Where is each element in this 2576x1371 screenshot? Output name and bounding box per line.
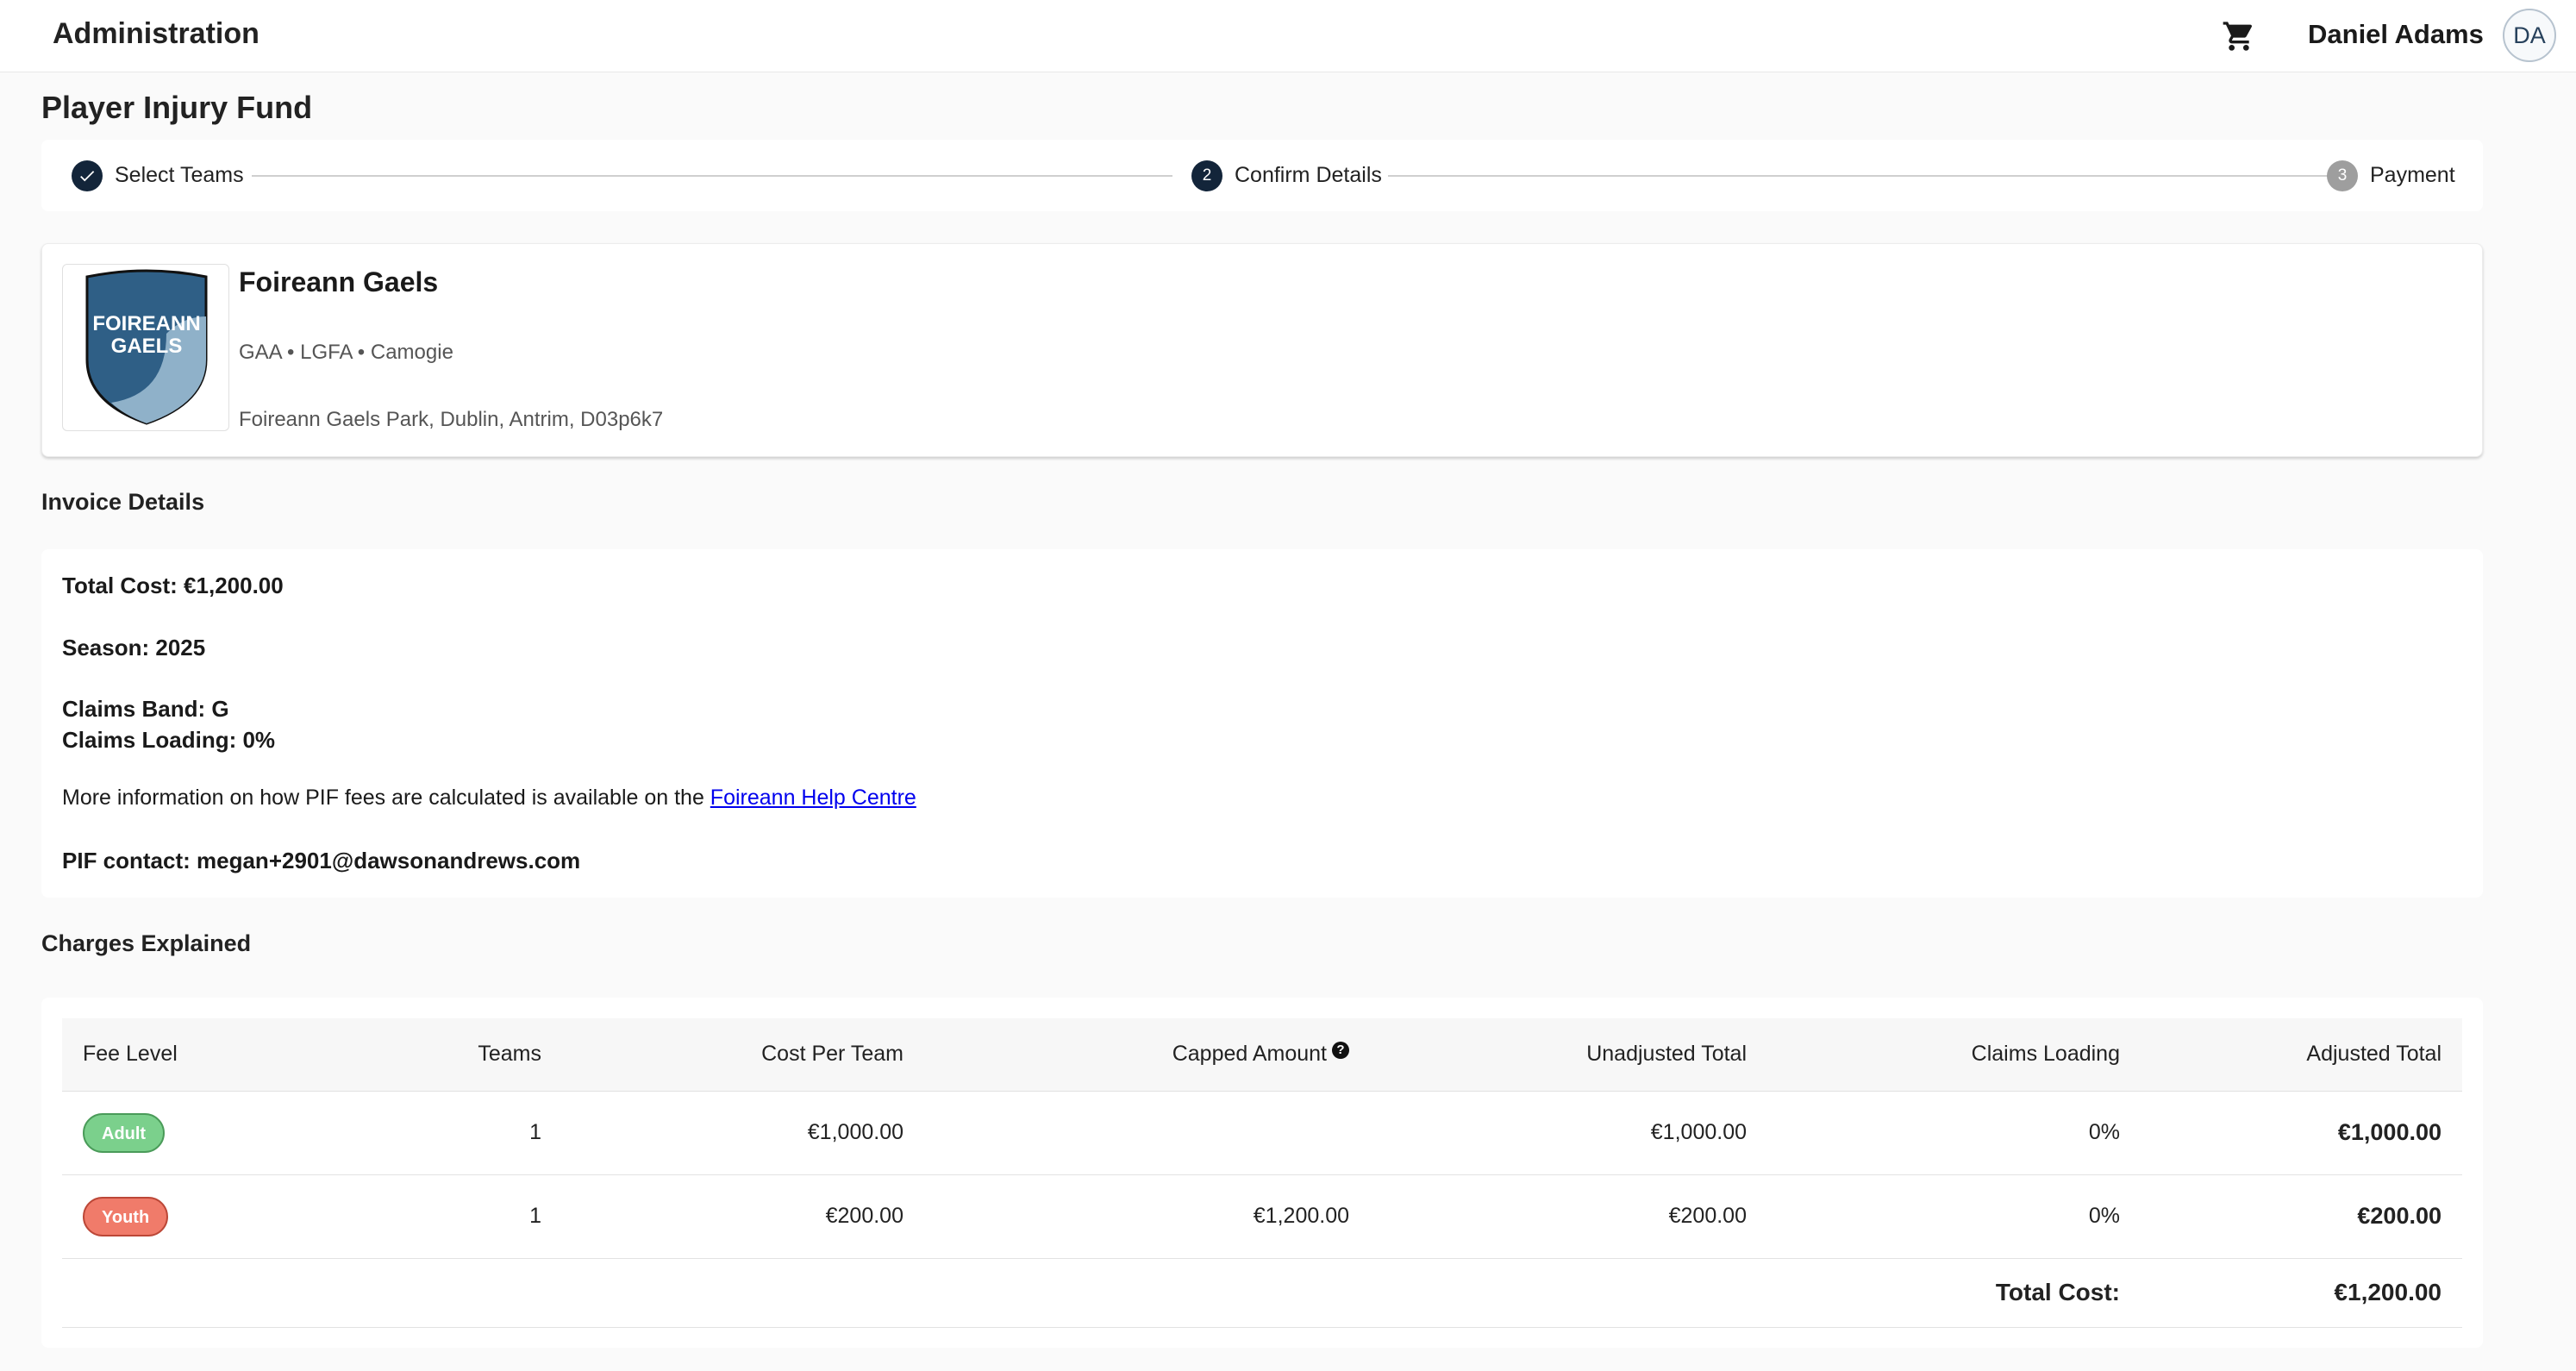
invoice-info-text: More information on how PIF fees are cal… xyxy=(62,786,710,810)
table-header-row: Fee Level Teams Cost Per Team Capped Amo… xyxy=(62,1018,2462,1091)
step-payment[interactable]: 3 Payment xyxy=(2327,140,2455,211)
fee-level-chip: Adult xyxy=(83,1112,166,1153)
fee-level-chip: Youth xyxy=(83,1196,169,1236)
charges-table-container: Fee Level Teams Cost Per Team Capped Amo… xyxy=(41,998,2483,1348)
app-bar: Administration Daniel Adams DA xyxy=(0,0,2576,72)
step-label: Confirm Details xyxy=(1235,163,1382,187)
fee-level-cell: Youth xyxy=(62,1174,286,1258)
check-icon xyxy=(72,160,103,191)
help-centre-link[interactable]: Foireann Help Centre xyxy=(710,786,916,810)
adjusted-total-cell: €1,000.00 xyxy=(2141,1090,2462,1174)
claims-loading-cell: 0% xyxy=(1767,1174,2141,1258)
empty-cell xyxy=(1370,1257,1767,1328)
column-header-claims-loading: Claims Loading xyxy=(1971,1042,2120,1067)
invoice-total-cost: Total Cost: €1,200.00 xyxy=(62,573,284,598)
invoice-heading: Invoice Details xyxy=(41,489,205,515)
club-crest: FOIREANN GAELS xyxy=(62,264,229,431)
table-row: Adult 1 €1,000.00 €1,000.00 0% €1,000.00 xyxy=(62,1090,2462,1174)
table-total-row: Total Cost: €1,200.00 xyxy=(62,1257,2462,1328)
empty-cell xyxy=(562,1257,924,1328)
claims-loading-cell: 0% xyxy=(1767,1090,2141,1174)
column-header-capped-amount: Capped Amount? xyxy=(924,1018,1370,1091)
stepper: Select Teams 2 Confirm Details 3 Payment xyxy=(41,140,2483,211)
step-number: 3 xyxy=(2327,160,2358,191)
column-header-teams: Teams xyxy=(478,1042,541,1067)
teams-cell: 1 xyxy=(286,1090,562,1174)
adjusted-total-cell: €200.00 xyxy=(2141,1174,2462,1258)
step-label: Select Teams xyxy=(115,163,244,187)
invoice-claims-band: Claims Band: G xyxy=(62,696,229,722)
column-header-unadjusted-total: Unadjusted Total xyxy=(1586,1042,1747,1067)
capped-amount-cell: €1,200.00 xyxy=(924,1174,1370,1258)
app-title: Administration xyxy=(53,17,259,50)
step-connector xyxy=(252,175,1172,177)
cost-per-team-cell: €1,000.00 xyxy=(562,1090,924,1174)
capped-amount-cell xyxy=(924,1090,1370,1174)
club-card: FOIREANN GAELS Foireann Gaels GAA • LGFA… xyxy=(41,243,2483,457)
total-cost-value: €1,200.00 xyxy=(2141,1257,2462,1328)
invoice-season: Season: 2025 xyxy=(62,635,206,660)
total-cost-label: Total Cost: xyxy=(1767,1257,2141,1328)
club-codes: GAA • LGFA • Camogie xyxy=(239,341,453,364)
teams-cell: 1 xyxy=(286,1174,562,1258)
empty-cell xyxy=(924,1257,1370,1328)
svg-text:GAELS: GAELS xyxy=(111,335,183,358)
svg-text:FOIREANN: FOIREANN xyxy=(92,312,200,335)
page-title: Player Injury Fund xyxy=(41,90,313,125)
invoice-info: More information on how PIF fees are cal… xyxy=(62,786,916,811)
avatar[interactable]: DA xyxy=(2503,9,2556,62)
question-circle-icon[interactable]: ? xyxy=(1332,1042,1349,1060)
empty-cell xyxy=(286,1257,562,1328)
shopping-cart-icon[interactable] xyxy=(2222,19,2256,53)
step-number: 2 xyxy=(1191,160,1222,191)
step-connector xyxy=(1388,175,2357,177)
column-header-cost-per-team: Cost Per Team xyxy=(761,1042,903,1067)
invoice-pif-contact: PIF contact: megan+2901@dawsonandrews.co… xyxy=(62,848,581,873)
column-header-adjusted-total: Adjusted Total xyxy=(2306,1042,2442,1067)
invoice-claims-loading: Claims Loading: 0% xyxy=(62,727,276,753)
step-confirm-details[interactable]: 2 Confirm Details xyxy=(1191,140,1382,211)
step-select-teams[interactable]: Select Teams xyxy=(72,140,244,211)
charges-heading: Charges Explained xyxy=(41,930,252,956)
cost-per-team-cell: €200.00 xyxy=(562,1174,924,1258)
unadjusted-total-cell: €1,000.00 xyxy=(1370,1090,1767,1174)
column-header-fee-level: Fee Level xyxy=(83,1042,178,1067)
fee-level-cell: Adult xyxy=(62,1090,286,1174)
column-header-label: Capped Amount xyxy=(1172,1042,1327,1067)
unadjusted-total-cell: €200.00 xyxy=(1370,1174,1767,1258)
charges-table: Fee Level Teams Cost Per Team Capped Amo… xyxy=(62,1018,2462,1328)
invoice-details: Total Cost: €1,200.00 Season: 2025 Claim… xyxy=(41,549,2483,898)
user-name[interactable]: Daniel Adams xyxy=(2308,19,2484,50)
empty-cell xyxy=(62,1257,286,1328)
club-address: Foireann Gaels Park, Dublin, Antrim, D03… xyxy=(239,408,664,431)
step-label: Payment xyxy=(2370,163,2455,187)
table-row: Youth 1 €200.00 €1,200.00 €200.00 0% €20… xyxy=(62,1174,2462,1258)
club-name: Foireann Gaels xyxy=(239,266,439,297)
